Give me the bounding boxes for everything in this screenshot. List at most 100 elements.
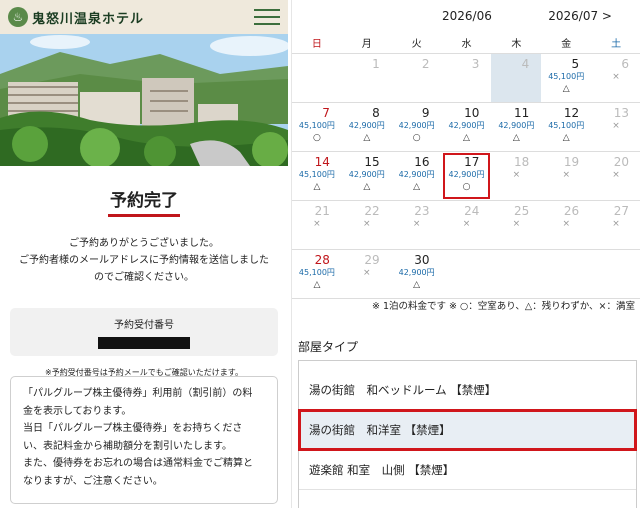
- room-option-label: 湯の街館 和洋室 【禁煙】: [309, 422, 451, 437]
- brand-name: 鬼怒川温泉ホテル: [32, 11, 145, 27]
- room-option-selected[interactable]: 湯の街館 和洋室 【禁煙】: [298, 409, 637, 451]
- day-number: 7: [322, 106, 330, 120]
- calendar-day[interactable]: 28 45,100円 △: [292, 250, 342, 298]
- room-option-label: 湯の街館 和ベッドルーム 【禁煙】: [309, 382, 497, 397]
- day-price: 42,900円: [498, 121, 535, 130]
- info-line: 「パルグループ株主優待券」利用前（割引前）の料: [23, 388, 253, 399]
- calendar-day[interactable]: 10 42,900円 △: [442, 103, 492, 151]
- day-price: 42,900円: [348, 170, 385, 179]
- availability-mark: △: [413, 182, 421, 192]
- availability-mark: ×: [612, 121, 620, 131]
- room-option-label: 遊楽館 和室 山側 【禁煙】: [309, 462, 455, 477]
- confirmation-message: ご予約ありがとうございました。 ご予約者様のメールアドレスに予約情報を送信しまし…: [0, 235, 288, 286]
- calendar-day: 3: [442, 54, 492, 102]
- weekday-label: 金: [561, 39, 572, 50]
- day-number: 5: [571, 57, 580, 71]
- calendar-day: 2: [392, 54, 442, 102]
- availability-mark: ×: [412, 219, 421, 229]
- availability-mark: ×: [313, 219, 321, 229]
- calendar-day[interactable]: 14 45,100円 △: [292, 152, 342, 200]
- info-line: なりますが、ご注意ください。: [23, 475, 163, 487]
- day-number: 22: [364, 204, 380, 218]
- availability-mark: ×: [562, 219, 570, 229]
- day-price: 42,900円: [398, 268, 435, 277]
- info-line: 金を表示しております。: [23, 405, 132, 417]
- calendar-day[interactable]: 12 45,100円 △: [541, 103, 591, 151]
- day-price: 45,100円: [548, 121, 585, 130]
- room-type-list: 湯の街館 和ベッドルーム 【禁煙】 湯の街館 和洋室 【禁煙】 遊楽館 和室 山…: [298, 360, 637, 508]
- calendar-empty-cell: [442, 250, 492, 298]
- day-number: 9: [421, 106, 430, 120]
- availability-mark: △: [413, 280, 421, 290]
- brand[interactable]: ♨ 鬼怒川温泉ホテル: [8, 7, 144, 27]
- calendar-week-row: 7 45,100円 ○ 8 42,900円 △ 9 42,900円 ○ 10 42,900円 △ 11 4…: [292, 103, 640, 152]
- calendar-day[interactable]: 9 42,900円 ○: [392, 103, 442, 151]
- room-option[interactable]: 遊楽館 和室 山側 【禁煙】: [299, 450, 636, 490]
- day-number: 21: [314, 204, 330, 218]
- availability-mark: ×: [612, 219, 620, 229]
- day-number: 13: [613, 106, 629, 120]
- weekday-label: 日: [311, 39, 322, 50]
- day-price: 45,100円: [298, 170, 335, 179]
- day-number: 27: [613, 204, 629, 218]
- calendar-day[interactable]: 5 45,100円 △: [541, 54, 591, 102]
- day-number: 1: [372, 57, 380, 71]
- availability-mark: △: [313, 182, 321, 192]
- day-number: 10: [464, 106, 480, 120]
- availability-mark: ×: [363, 219, 371, 229]
- calendar-day-selected[interactable]: 17 42,900円 ○: [442, 152, 492, 200]
- availability-mark: ×: [612, 170, 620, 180]
- next-month-link[interactable]: 2026/07 >: [548, 9, 612, 23]
- calendar-empty-cell: [491, 250, 541, 298]
- day-number: 14: [314, 155, 330, 169]
- availability-mark: △: [313, 280, 321, 290]
- hamburger-menu-button[interactable]: [254, 6, 280, 28]
- day-price: 42,900円: [348, 121, 385, 130]
- message-line: のでご確認ください。: [94, 272, 194, 283]
- current-month: 2026/06: [442, 9, 492, 23]
- calendar-day[interactable]: 30 42,900円 △: [392, 250, 442, 298]
- calendar-day: 25 ×: [491, 201, 541, 249]
- availability-mark: △: [512, 133, 520, 143]
- calendar-day[interactable]: 8 42,900円 △: [342, 103, 392, 151]
- availability-mark: ×: [363, 268, 371, 278]
- calendar-week-row: 28 45,100円 △ 29 × 30 42,900円 △: [292, 250, 640, 299]
- calendar-day[interactable]: 11 42,900円 △: [491, 103, 541, 151]
- confirmation-panel: ♨ 鬼怒川温泉ホテル 予約完了 ご予約ありがとうございました。 ご予約者様のメー…: [0, 0, 288, 508]
- month-navigation: 2026/06 2026/07 >: [292, 0, 640, 32]
- calendar-day: 21 ×: [292, 201, 342, 249]
- calendar-day: 20 ×: [591, 152, 640, 200]
- day-number: 17: [464, 155, 480, 169]
- calendar-day: 26 ×: [541, 201, 591, 249]
- reservation-number-box: 予約受付番号: [10, 308, 278, 356]
- calendar-empty-cell: [292, 54, 342, 102]
- availability-mark: △: [463, 133, 470, 143]
- calendar-day[interactable]: 7 45,100円 ○: [292, 103, 342, 151]
- calendar-empty-cell: [591, 250, 640, 298]
- room-option[interactable]: 湯の街館 和ベッドルーム 【禁煙】: [299, 370, 636, 410]
- day-price: 42,900円: [448, 121, 485, 130]
- calendar-day: 24 ×: [442, 201, 492, 249]
- availability-mark: △: [363, 133, 371, 143]
- weekday-label: 木: [511, 39, 522, 50]
- reservation-number-label: 予約受付番号: [114, 320, 174, 331]
- hotel-hero-image: [0, 34, 288, 166]
- day-number: 2: [421, 57, 430, 71]
- calendar-day: 18 ×: [491, 152, 541, 200]
- availability-mark: ×: [512, 170, 521, 180]
- calendar-week-row: 14 45,100円 △ 15 42,900円 △ 16 42,900円 △ 17 42,900円 ○…: [292, 152, 640, 201]
- day-price: 45,100円: [298, 121, 335, 130]
- calendar-day[interactable]: 16 42,900円 △: [392, 152, 442, 200]
- day-number: 24: [464, 204, 480, 218]
- day-number: 4: [521, 57, 530, 71]
- hotel-logo-icon: ♨: [8, 7, 28, 27]
- day-price: 42,900円: [448, 170, 485, 179]
- day-number: 3: [471, 57, 480, 71]
- calendar-day: 4: [491, 54, 542, 102]
- site-header: ♨ 鬼怒川温泉ホテル: [0, 0, 288, 34]
- calendar-day[interactable]: 15 42,900円 △: [342, 152, 392, 200]
- day-number: 11: [514, 106, 530, 120]
- day-number: 18: [514, 155, 530, 169]
- availability-mark: ×: [612, 72, 620, 82]
- calendar-day: 27 ×: [591, 201, 640, 249]
